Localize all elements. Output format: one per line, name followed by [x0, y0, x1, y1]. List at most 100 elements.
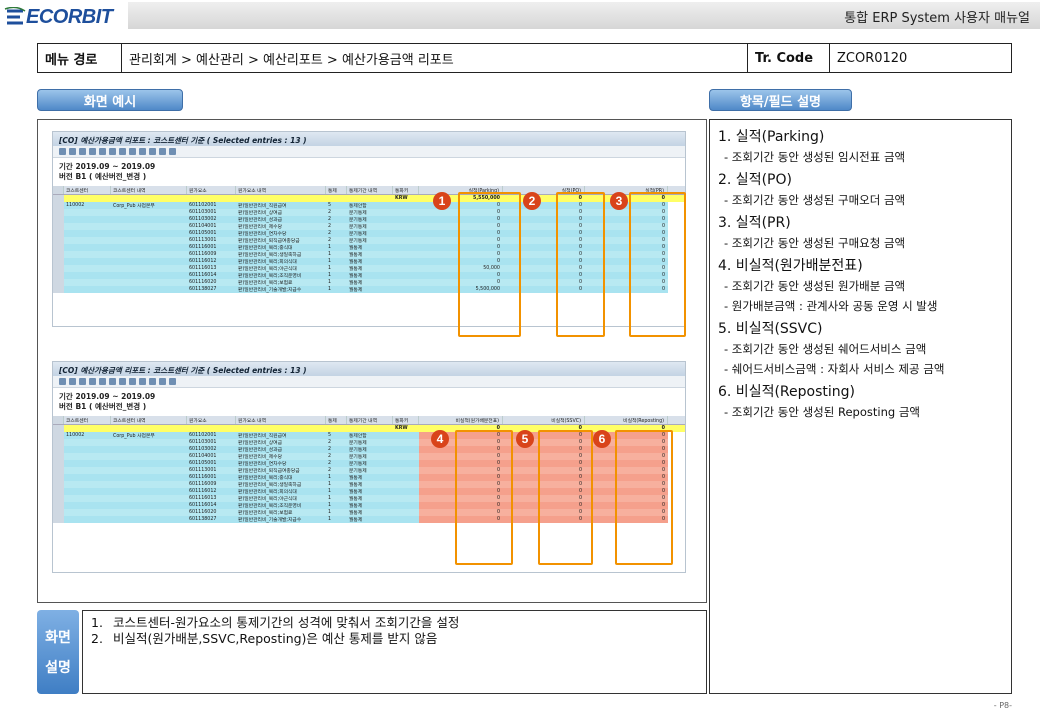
toolbar-icon[interactable] — [79, 378, 86, 385]
table-cell — [64, 467, 111, 474]
sap-toolbar — [53, 146, 685, 158]
table-cell: 월통제 — [347, 286, 393, 293]
table-cell: Corp_Pub 사업본부 — [111, 432, 187, 439]
toolbar-icon[interactable] — [89, 148, 96, 155]
col-header[interactable]: 코스트센터 내역 — [111, 416, 187, 424]
manual-page: ECORBIT 통합 ERP System 사용자 매뉴얼 메뉴 경로 관리회계… — [0, 0, 1040, 720]
table-cell — [64, 488, 111, 495]
col-header[interactable]: 통제 — [326, 186, 347, 194]
toolbar-icon[interactable] — [109, 148, 116, 155]
table-cell: 601116012 — [187, 488, 236, 495]
table-cell: 판)일반관리비_복리;중식대 — [236, 244, 326, 251]
toolbar-icon[interactable] — [69, 148, 76, 155]
table-cell — [111, 230, 187, 237]
col-header[interactable]: 코스트센터 — [64, 416, 111, 424]
table-cell: 5 — [326, 202, 347, 209]
table-cell — [393, 265, 419, 272]
version-label: 버전 — [59, 172, 73, 181]
col-header[interactable]: 원가요소 — [187, 416, 236, 424]
currency-cell: KRW — [395, 426, 408, 431]
menu-path-table: 메뉴 경로 관리회계 > 예산관리 > 예산리포트 > 예산가용금액 리포트 T… — [37, 43, 1012, 73]
table-cell — [64, 516, 111, 523]
table-cell: 1 — [326, 488, 347, 495]
field-desc: - 조회기간 동안 생성된 Reposting 금액 — [724, 405, 920, 419]
col-header-ssvc[interactable]: 비실적(SSVC) — [503, 416, 585, 424]
toolbar-icon[interactable] — [119, 148, 126, 155]
col-header[interactable]: 원가요소 — [187, 186, 236, 194]
table-cell — [393, 460, 419, 467]
col-header[interactable]: 통제기간 내역 — [347, 416, 393, 424]
table-cell: 분기통제 — [347, 230, 393, 237]
table-cell: 판)일반관리비_제수당 — [236, 453, 326, 460]
table-cell — [111, 237, 187, 244]
toolbar-icon[interactable] — [169, 148, 176, 155]
table-cell — [64, 286, 111, 293]
select-all-cell[interactable] — [53, 186, 64, 194]
select-all-cell[interactable] — [53, 416, 64, 424]
table-cell — [64, 251, 111, 258]
toolbar-icon[interactable] — [139, 378, 146, 385]
highlight-box-ssvc — [538, 430, 593, 565]
toolbar-icon[interactable] — [109, 378, 116, 385]
col-header-allocation[interactable]: 비실적(원가배분전표) — [419, 416, 503, 424]
col-header-reposting[interactable]: 비실적(Reposting) — [585, 416, 668, 424]
col-header[interactable]: 통제기간 내역 — [347, 186, 393, 194]
table-cell: 판)일반관리비_기술개발;지급수 — [236, 286, 326, 293]
toolbar-icon[interactable] — [99, 148, 106, 155]
table-cell: 월통제 — [347, 488, 393, 495]
version-value: B1 ( 예산버전_변경 ) — [75, 402, 147, 411]
table-cell: 601104001 — [187, 453, 236, 460]
table-cell: 월통제 — [347, 244, 393, 251]
toolbar-icon[interactable] — [99, 378, 106, 385]
col-header[interactable]: 원가요소 내역 — [236, 186, 326, 194]
table-cell — [64, 265, 111, 272]
field-desc: - 조회기간 동안 생성된 구매요청 금액 — [724, 236, 906, 250]
table-cell: 통제안함 — [347, 202, 393, 209]
table-cell: 601116014 — [187, 502, 236, 509]
col-header[interactable]: 통화키 — [393, 186, 419, 194]
toolbar-icon[interactable] — [159, 148, 166, 155]
table-cell — [393, 495, 419, 502]
table-cell — [393, 230, 419, 237]
description-item: 1. 코스트센터-원가요소의 통제기간의 성격에 맞춰서 조회기간을 설정 — [91, 615, 460, 630]
sap-report-title: [CO] 예산가용금액 리포트 : 코스트센터 기준 ( Selected en… — [53, 362, 685, 376]
toolbar-icon[interactable] — [139, 148, 146, 155]
table-cell — [111, 495, 187, 502]
toolbar-icon[interactable] — [149, 148, 156, 155]
toolbar-icon[interactable] — [169, 378, 176, 385]
col-header[interactable]: 통제 — [326, 416, 347, 424]
toolbar-icon[interactable] — [59, 148, 66, 155]
table-cell: 601116013 — [187, 265, 236, 272]
toolbar-icon[interactable] — [89, 378, 96, 385]
col-header[interactable]: 통화키 — [393, 416, 419, 424]
toolbar-icon[interactable] — [129, 148, 136, 155]
toolbar-icon[interactable] — [159, 378, 166, 385]
col-header[interactable]: 코스트센터 — [64, 186, 111, 194]
toolbar-icon[interactable] — [149, 378, 156, 385]
table-cell: 판)일반관리비_복리;중식대 — [236, 474, 326, 481]
col-header[interactable]: 원가요소 내역 — [236, 416, 326, 424]
table-cell — [393, 216, 419, 223]
table-cell — [53, 432, 64, 439]
toolbar-icon[interactable] — [69, 378, 76, 385]
table-cell: 601116020 — [187, 509, 236, 516]
field-desc: - 조회기간 동안 생성된 쉐어드서비스 금액 — [724, 342, 927, 356]
table-cell: 판)일반관리비_성과급 — [236, 216, 326, 223]
table-cell: 2 — [326, 439, 347, 446]
table-cell: 601102001 — [187, 202, 236, 209]
table-cell — [53, 446, 64, 453]
toolbar-icon[interactable] — [79, 148, 86, 155]
table-cell: 1 — [326, 481, 347, 488]
table-cell: 분기통제 — [347, 237, 393, 244]
table-cell: 1 — [326, 495, 347, 502]
field-title: 5. 비실적(SSVC) — [718, 321, 823, 337]
table-cell — [53, 516, 64, 523]
toolbar-icon[interactable] — [59, 378, 66, 385]
toolbar-icon[interactable] — [129, 378, 136, 385]
table-cell: 판)일반관리비_퇴직급여충당금 — [236, 237, 326, 244]
sap-report-title: [CO] 예산가용금액 리포트 : 코스트센터 기준 ( Selected en… — [53, 132, 685, 146]
col-header[interactable]: 코스트센터 내역 — [111, 186, 187, 194]
table-cell: 판)일반관리비_연차수당 — [236, 460, 326, 467]
toolbar-icon[interactable] — [119, 378, 126, 385]
table-cell — [53, 251, 64, 258]
